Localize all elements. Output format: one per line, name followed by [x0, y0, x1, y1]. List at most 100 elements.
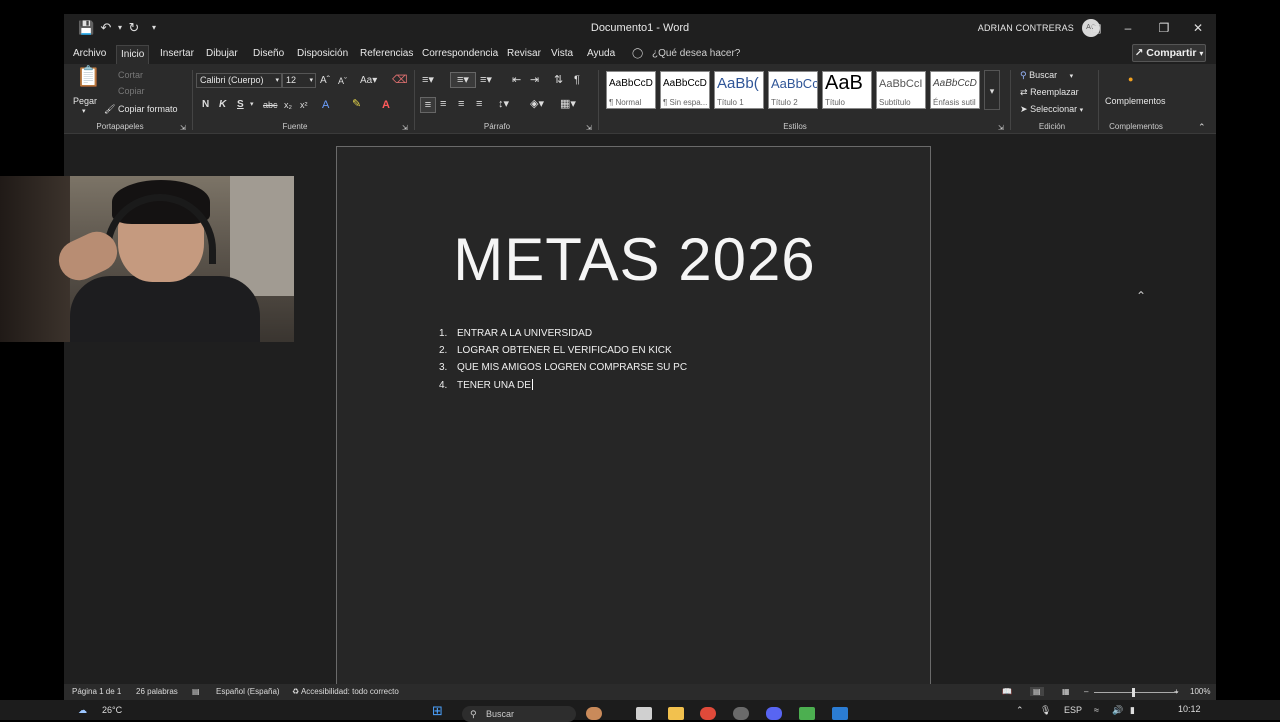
styles-more-icon[interactable]: ▾: [984, 70, 1000, 110]
addins-button[interactable]: Complementos: [1105, 96, 1166, 106]
document-page[interactable]: METAS 2026 1. ENTRAR A LA UNIVERSIDAD 2. L…: [336, 146, 931, 706]
tab-ayuda[interactable]: Ayuda: [583, 45, 619, 64]
file-explorer-icon[interactable]: [668, 707, 684, 720]
keyboard-language[interactable]: ESP: [1064, 705, 1082, 715]
show-marks-icon[interactable]: ¶: [574, 73, 580, 87]
strikethrough-icon[interactable]: abc: [263, 98, 278, 112]
paste-icon[interactable]: 📋: [76, 67, 101, 94]
volume-icon[interactable]: 🔊: [1112, 705, 1123, 716]
document-heading[interactable]: METAS 2026: [337, 225, 932, 294]
align-right-icon[interactable]: ≡: [458, 97, 464, 111]
read-mode-icon[interactable]: 📖: [1002, 687, 1012, 696]
weather-icon[interactable]: ☁: [78, 705, 87, 716]
word-count[interactable]: 26 palabras: [136, 687, 178, 696]
style-normal[interactable]: AaBbCcD ¶ Normal: [606, 71, 656, 109]
numbering-icon[interactable]: ≡▾: [450, 72, 476, 88]
tab-correspondencia[interactable]: Correspondencia: [418, 45, 502, 64]
ribbon-display-icon[interactable]: ▣: [1086, 19, 1106, 37]
zoom-slider[interactable]: [1094, 692, 1178, 693]
tab-inicio[interactable]: Inicio: [116, 45, 150, 64]
replace-button[interactable]: ⇄ Reemplazar: [1020, 87, 1079, 98]
style-subtle-emphasis[interactable]: AaBbCcD Énfasis sutil: [930, 71, 980, 109]
minimize-icon[interactable]: –: [1118, 19, 1138, 37]
list-item[interactable]: 3. QUE MIS AMIGOS LOGREN COMPRARSE SU PC: [439, 362, 687, 373]
language-status[interactable]: Español (España): [216, 687, 280, 696]
multilevel-list-icon[interactable]: ≡▾: [480, 73, 492, 87]
tell-me-search[interactable]: ◯ ¿Qué desea hacer?: [632, 45, 740, 62]
chrome-icon[interactable]: [700, 707, 716, 720]
microphone-icon[interactable]: 🎙: [1040, 705, 1051, 716]
copy-button[interactable]: Copiar: [118, 86, 145, 96]
borders-icon[interactable]: ▦▾: [560, 97, 576, 111]
collapse-ribbon-icon[interactable]: ⌃: [1198, 120, 1206, 134]
style-subtitle[interactable]: AaBbCcI Subtítulo: [876, 71, 926, 109]
font-size-select[interactable]: 12 ▾: [282, 73, 316, 88]
restore-icon[interactable]: ❐: [1154, 19, 1174, 37]
grow-font-icon[interactable]: Aˆ: [320, 74, 330, 88]
print-layout-icon[interactable]: ▤: [1030, 687, 1044, 696]
tab-insertar[interactable]: Insertar: [156, 45, 198, 64]
discord-icon[interactable]: [766, 707, 782, 720]
list-item[interactable]: 1. ENTRAR A LA UNIVERSIDAD: [439, 328, 592, 339]
zoom-in-icon[interactable]: +: [1174, 687, 1179, 696]
paste-dropdown-icon[interactable]: ▾: [82, 107, 86, 115]
paste-button[interactable]: Pegar: [73, 96, 97, 106]
tab-vista[interactable]: Vista: [547, 45, 577, 64]
tab-disposicion[interactable]: Disposición: [293, 45, 352, 64]
style-heading-1[interactable]: AaBb( Título 1: [714, 71, 764, 109]
proofing-icon[interactable]: ▤: [192, 687, 200, 696]
task-view-icon[interactable]: [636, 707, 652, 720]
addins-icon[interactable]: ●: [1128, 72, 1133, 86]
line-spacing-icon[interactable]: ↕▾: [498, 97, 509, 111]
superscript-icon[interactable]: x²: [300, 98, 308, 112]
list-item[interactable]: 4. TENER UNA DE: [439, 379, 533, 391]
bold-button[interactable]: N: [202, 98, 209, 112]
decrease-indent-icon[interactable]: ⇤: [512, 73, 521, 87]
zoom-slider-thumb[interactable]: [1132, 688, 1135, 697]
shrink-font-icon[interactable]: Aˇ: [338, 74, 347, 88]
increase-indent-icon[interactable]: ⇥: [530, 73, 539, 87]
steam-icon[interactable]: [733, 707, 749, 720]
copilot-icon[interactable]: [586, 707, 602, 720]
underline-button[interactable]: S: [237, 98, 244, 112]
minecraft-icon[interactable]: [799, 707, 815, 720]
list-item[interactable]: 2. LOGRAR OBTENER EL VERIFICADO EN KICK: [439, 345, 672, 356]
chevron-up-icon[interactable]: ⌃: [1016, 705, 1024, 716]
style-heading-2[interactable]: AaBbCc Título 2: [768, 71, 818, 109]
tab-revisar[interactable]: Revisar: [503, 45, 545, 64]
align-center-icon[interactable]: ≡: [440, 97, 446, 111]
battery-icon[interactable]: ▮: [1130, 705, 1135, 716]
cut-button[interactable]: Cortar: [118, 70, 143, 80]
bullets-icon[interactable]: ≡▾: [422, 73, 434, 87]
highlight-color-icon[interactable]: ✎: [352, 97, 361, 111]
italic-button[interactable]: K: [219, 98, 226, 112]
web-layout-icon[interactable]: ▦: [1062, 687, 1070, 696]
format-painter-button[interactable]: 🖌 Copiar formato: [104, 104, 177, 115]
share-button[interactable]: ↗ Compartir ▾: [1132, 44, 1206, 62]
style-title[interactable]: AaB Título: [822, 71, 872, 109]
tab-referencias[interactable]: Referencias: [356, 45, 417, 64]
wifi-icon[interactable]: ≈: [1094, 705, 1099, 715]
justify-icon[interactable]: ≡: [476, 97, 482, 111]
tab-archivo[interactable]: Archivo: [69, 45, 110, 64]
word-taskbar-icon[interactable]: [832, 707, 848, 720]
subscript-icon[interactable]: x₂: [284, 98, 292, 112]
select-button[interactable]: ➤ Seleccionar ▾: [1020, 104, 1083, 115]
shading-icon[interactable]: ◈▾: [530, 97, 544, 111]
underline-dropdown-icon[interactable]: ▾: [250, 98, 254, 112]
clear-formatting-icon[interactable]: ⌫: [392, 73, 408, 87]
clock-time[interactable]: 10:12: [1178, 704, 1201, 714]
font-name-select[interactable]: Calibri (Cuerpo) ▾: [196, 73, 282, 88]
find-button[interactable]: ⚲ Buscar ▾: [1020, 70, 1073, 81]
zoom-out-icon[interactable]: –: [1084, 687, 1088, 696]
user-name[interactable]: ADRIAN CONTRERAS: [978, 23, 1074, 33]
close-icon[interactable]: ✕: [1188, 19, 1208, 37]
text-effects-icon[interactable]: A: [322, 98, 329, 112]
zoom-level[interactable]: 100%: [1190, 687, 1210, 696]
change-case-icon[interactable]: Aa▾: [360, 74, 377, 88]
tab-dibujar[interactable]: Dibujar: [202, 45, 242, 64]
tab-diseno[interactable]: Diseño: [249, 45, 288, 64]
sort-icon[interactable]: ⇅: [554, 73, 563, 87]
align-left-icon[interactable]: ≡: [420, 97, 436, 113]
font-color-icon[interactable]: A: [382, 98, 390, 112]
